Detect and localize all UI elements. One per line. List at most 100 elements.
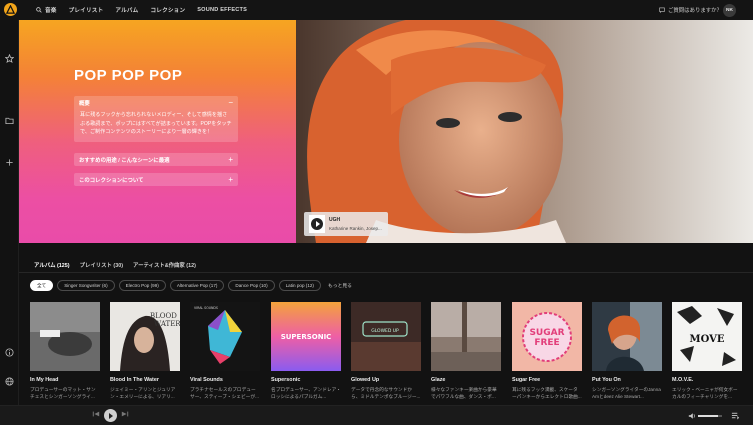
album-cover: BLOOD WATER (110, 302, 180, 371)
cover-text: VIRAL SOUNDS (194, 306, 218, 310)
volume-icon[interactable] (688, 412, 696, 420)
album-description: プロデューサーのマット・サンチェスとシンガーソングライ... (30, 387, 96, 400)
album-title: Put You On (592, 377, 621, 383)
player-bar (0, 405, 753, 425)
featured-track-card[interactable]: UGH Katharine Rankin, Josep... (304, 212, 388, 236)
about-label: このコレクションについて (79, 177, 144, 184)
overview-text: 耳に残るフックから忘れられないメロディー、そして感情を揺さぶる歌詞まで、ポップに… (80, 112, 232, 136)
cover-text: GLOWED UP (371, 328, 399, 334)
hero-photo (296, 20, 753, 243)
album-card[interactable]: SUGAR FREE Sugar Free 耳に残るフック満載、スケーターパンキー… (512, 302, 582, 401)
album-cover (30, 302, 100, 371)
album-card[interactable]: MOVE M.O.V.E. エリック・ベーニャが何女ボーカルのフィーチャリングを… (672, 302, 742, 401)
cover-text: SUPERSONIC (281, 333, 332, 341)
play-icon (311, 218, 323, 230)
show-more-link[interactable]: もっと見る (328, 282, 352, 289)
album-description: 耳に残るフック満載、スケーターパンキーからエレクトロ歌曲... (512, 387, 582, 400)
album-card[interactable]: Glaze 様々なファンキー楽曲から豪華でパワフルな曲、ダンス・ポ... (431, 302, 501, 401)
top-bar: 音楽 プレイリスト アルバム コレクション SOUND EFFECTS ご質問は… (0, 0, 753, 20)
folder-icon[interactable] (5, 112, 14, 125)
filter-singer-songwriter[interactable]: Singer Songwriter (6) (57, 280, 115, 291)
filter-latin-pop[interactable]: Latin pop (12) (278, 280, 321, 291)
filter-alternative-pop[interactable]: Alternative Pop (17) (169, 280, 225, 291)
cover-text: BLOOD (150, 312, 177, 320)
uses-label: おすすめの用途 / こんなシーンに最適 (79, 157, 170, 164)
uses-panel[interactable]: おすすめの用途 / こんなシーンに最適 + (74, 153, 238, 166)
add-icon[interactable] (5, 154, 14, 166)
album-title: Supersonic (271, 377, 301, 383)
globe-icon[interactable] (5, 373, 14, 386)
brand-logo[interactable] (4, 3, 17, 16)
nav-collections[interactable]: コレクション (150, 6, 185, 14)
collapse-icon: − (228, 98, 233, 107)
user-avatar[interactable]: NK (723, 4, 736, 17)
cover-text: MOVE (690, 334, 725, 345)
album-title: Viral Sounds (190, 377, 223, 383)
nav-search-label: 音楽 (45, 8, 57, 14)
filter-electro-pop[interactable]: Electro Pop (99) (118, 280, 166, 291)
help-link[interactable]: ご質問はありますか？ (659, 6, 722, 14)
star-icon[interactable] (4, 50, 15, 63)
play-track-button[interactable] (309, 215, 325, 233)
album-card[interactable]: Put You On シンガーソングライターのJanna Amとdeez Ali… (592, 302, 662, 401)
previous-icon[interactable] (92, 410, 100, 418)
volume-slider[interactable] (698, 415, 722, 417)
album-title: Glowed Up (351, 377, 380, 383)
album-card[interactable]: BLOOD WATER Blood In The Water ジェイミー・アリンと… (110, 302, 180, 401)
help-label: ご質問はありますか？ (668, 8, 722, 14)
nav-albums[interactable]: アルバム (115, 6, 138, 14)
queue-icon[interactable] (731, 411, 740, 420)
next-icon[interactable] (121, 410, 129, 418)
album-cover: MOVE (672, 302, 742, 371)
overview-label: 概要 (79, 100, 90, 107)
album-title: Blood In The Water (110, 377, 159, 383)
album-description: プラチナセールスのプロデューサー、スティーブ・シェビーが... (190, 387, 259, 400)
overview-panel: 概要 − 耳に残るフックから忘れられないメロディー、そして感情を揺さぶる歌詞まで… (74, 96, 238, 142)
album-card[interactable]: GLOWED UP Glowed Up データで丹念的なサウンドから、ミドルテン… (351, 302, 421, 401)
hero-banner: POP POP POP 概要 − 耳に残るフックから忘れられないメロディー、そし… (19, 20, 753, 243)
nav-search[interactable]: 音楽 (36, 6, 57, 14)
album-card[interactable]: In My Head プロデューサーのマット・サンチェスとシンガーソングライ..… (30, 302, 100, 401)
scroll-left-icon[interactable] (6, 329, 15, 338)
album-title: Sugar Free (512, 377, 541, 383)
overview-header[interactable]: 概要 − (74, 96, 238, 109)
album-title: M.O.V.E. (672, 377, 694, 383)
album-description: ジェイミー・アリンとジュリアン・エメリーによる、リアリ... (110, 387, 176, 400)
album-card[interactable]: VIRAL SOUNDS Viral Sounds プラチナセールスのプロデュー… (190, 302, 260, 401)
hero-portrait-image (296, 20, 753, 243)
main-nav: 音楽 プレイリスト アルバム コレクション SOUND EFFECTS (36, 0, 259, 20)
chat-icon (659, 7, 665, 13)
album-cover: SUPERSONIC (271, 302, 341, 371)
left-sidebar (0, 20, 19, 405)
cover-text: FREE (534, 338, 559, 348)
genre-filters: 全て Singer Songwriter (6) Electro Pop (99… (30, 280, 352, 291)
cover-text: SUGAR (529, 328, 564, 338)
info-icon[interactable] (5, 344, 14, 357)
nav-playlists[interactable]: プレイリスト (69, 6, 104, 14)
album-cover (592, 302, 662, 371)
track-artist: Katharine Rankin, Josep... (329, 226, 382, 231)
filter-all[interactable]: 全て (30, 280, 54, 291)
album-description: エリック・ベーニャが何女ボーカルのフィーチャリングを... (672, 387, 738, 400)
album-cover (431, 302, 501, 371)
album-cover: VIRAL SOUNDS (190, 302, 260, 371)
album-title: Glaze (431, 377, 446, 383)
album-cover: GLOWED UP (351, 302, 421, 371)
play-button[interactable] (104, 409, 117, 422)
expand-icon: + (228, 155, 233, 164)
filter-dance-pop[interactable]: Dance Pop (10) (228, 280, 275, 291)
album-description: シンガーソングライターのJanna Amとdeez Alie Stewart..… (592, 387, 661, 400)
search-icon (36, 7, 42, 13)
album-title: In My Head (30, 377, 59, 383)
album-card[interactable]: SUPERSONIC Supersonic 名プロデューサー、アンドレア・ロッシ… (271, 302, 341, 401)
hero-title: POP POP POP (74, 67, 183, 84)
tabs-divider (19, 272, 753, 273)
album-cover: SUGAR FREE (512, 302, 582, 371)
album-description: 名プロデューサー、アンドレア・ロッシによるパブルガム... (271, 387, 341, 400)
cover-text: WATER (154, 320, 180, 328)
nav-sound-effects[interactable]: SOUND EFFECTS (197, 7, 247, 13)
about-panel[interactable]: このコレクションについて + (74, 173, 238, 186)
album-description: 様々なファンキー楽曲から豪華でパワフルな曲、ダンス・ポ... (431, 387, 497, 400)
expand-icon: + (228, 175, 233, 184)
logo-icon (6, 5, 15, 14)
